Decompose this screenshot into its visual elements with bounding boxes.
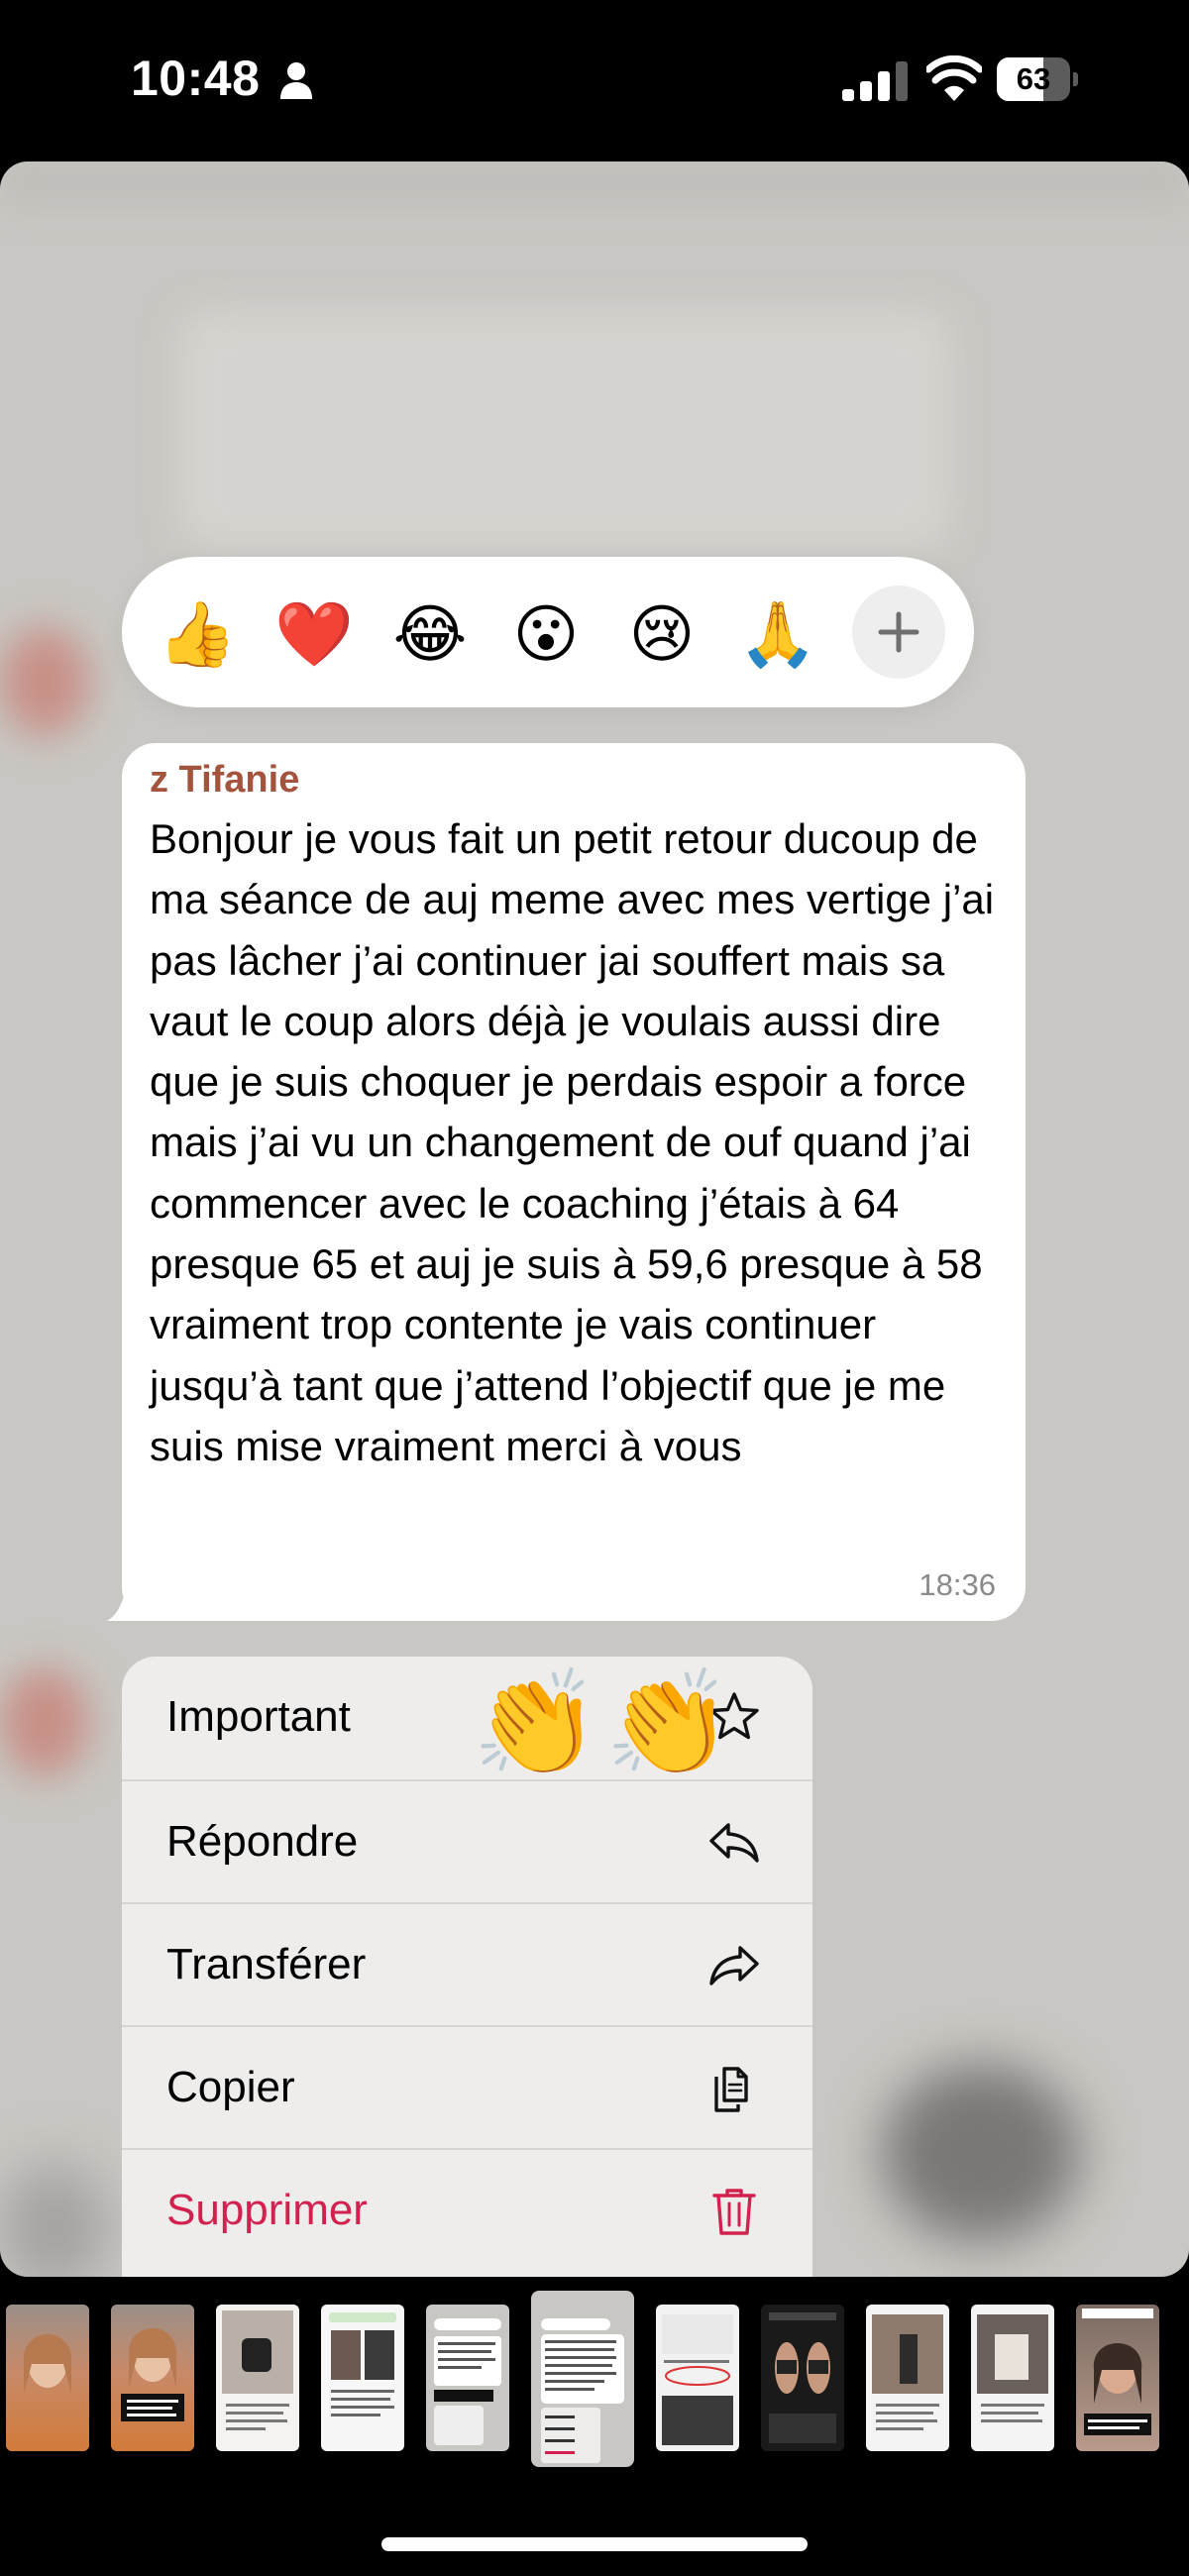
status-bar: 10:48 63 <box>0 0 1189 159</box>
reaction-crying[interactable]: 😢 <box>622 594 702 674</box>
menu-label-delete: Supprimer <box>166 2186 368 2234</box>
sender-name: z Tifanie <box>150 759 300 801</box>
thumbnail[interactable] <box>656 2305 739 2451</box>
thumbnail[interactable] <box>761 2305 844 2451</box>
menu-item-copy[interactable]: Copier <box>122 2025 812 2148</box>
reaction-surprised[interactable]: 😮 <box>506 594 586 674</box>
battery-icon: 63 <box>997 57 1078 101</box>
reaction-thumbs-up[interactable]: 👍 <box>158 594 237 674</box>
clap-sticker: 👏 <box>604 1666 733 1781</box>
menu-label-important: Important <box>166 1692 351 1741</box>
cellular-signal-icon <box>842 61 908 101</box>
thumbnail-selected[interactable] <box>531 2291 634 2467</box>
add-reaction-button[interactable] <box>852 586 945 679</box>
menu-item-forward[interactable]: Transférer <box>122 1902 812 2025</box>
message-timestamp: 18:36 <box>919 1567 996 1602</box>
status-time: 10:48 <box>131 51 261 106</box>
wifi-icon <box>926 55 982 101</box>
person-icon <box>280 62 312 99</box>
thumbnail[interactable] <box>971 2305 1054 2451</box>
reaction-tears-of-joy[interactable]: 😂 <box>390 594 470 674</box>
menu-label-forward: Transférer <box>166 1940 367 1988</box>
trash-icon <box>712 2189 756 2235</box>
thumbnail[interactable] <box>1076 2305 1159 2451</box>
thumbnail[interactable] <box>216 2305 299 2451</box>
reaction-folded-hands[interactable]: 🙏 <box>738 594 817 674</box>
menu-label-copy: Copier <box>166 2063 295 2111</box>
plus-icon <box>878 611 919 653</box>
thumbnail[interactable] <box>6 2305 89 2451</box>
thumbnail[interactable] <box>321 2305 404 2451</box>
thumbnail[interactable] <box>426 2305 509 2451</box>
reply-icon <box>709 1823 759 1863</box>
menu-item-delete[interactable]: Supprimer <box>122 2148 812 2271</box>
copy-icon <box>714 2067 748 2112</box>
menu-label-reply: Répondre <box>166 1817 359 1866</box>
reaction-bar: 👍 ❤️ 😂 😮 😢 🙏 <box>122 557 974 707</box>
battery-level: 63 <box>1016 61 1051 96</box>
forward-icon <box>709 1946 759 1986</box>
message-bubble[interactable]: z Tifanie Bonjour je vous fait un petit … <box>122 743 1026 1621</box>
home-indicator[interactable] <box>381 2537 808 2551</box>
reaction-red-heart[interactable]: ❤️ <box>274 594 354 674</box>
clap-sticker: 👏 <box>472 1666 600 1781</box>
menu-item-reply[interactable]: Répondre <box>122 1779 812 1902</box>
thumbnail[interactable] <box>111 2305 194 2451</box>
thumbnail[interactable] <box>866 2305 949 2451</box>
thumbnail-strip <box>0 2277 1189 2475</box>
message-text: Bonjour je vous fait un petit retour duc… <box>150 815 995 1469</box>
